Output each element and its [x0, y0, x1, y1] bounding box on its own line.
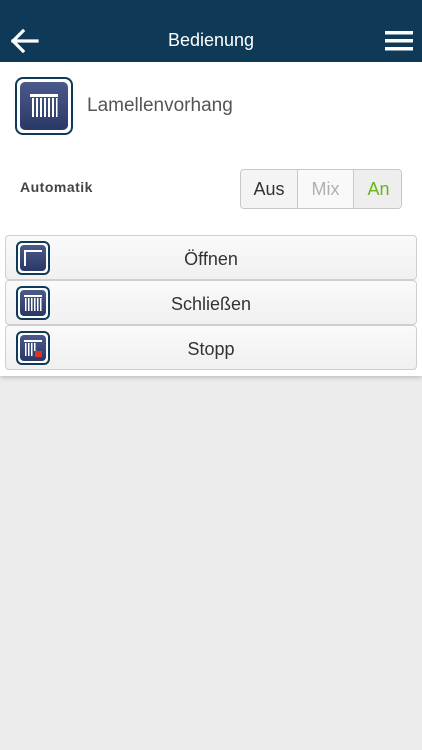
stop-label: Stopp: [187, 339, 235, 359]
control-panel: Lamellenvorhang Automatik Aus Mix An Öff…: [0, 62, 422, 376]
vertical-blinds-icon: [15, 77, 73, 135]
hamburger-menu-icon: [385, 31, 413, 51]
automatik-label: Automatik: [20, 179, 93, 195]
automatik-option-mix[interactable]: Mix: [298, 170, 354, 208]
action-list: Öffnen Schließen Stopp: [5, 235, 417, 370]
automatik-option-aus[interactable]: Aus: [241, 170, 298, 208]
page-title: Bedienung: [167, 30, 255, 50]
close-button[interactable]: Schließen: [5, 280, 417, 325]
automatik-toggle: Aus Mix An: [240, 169, 402, 209]
device-name: Lamellenvorhang: [87, 95, 233, 116]
automatik-option-an[interactable]: An: [354, 170, 401, 208]
device-row: Lamellenvorhang: [15, 77, 407, 135]
stop-button[interactable]: Stopp: [5, 325, 417, 370]
open-label: Öffnen: [184, 249, 238, 269]
close-label: Schließen: [170, 294, 252, 314]
app-header: Bedienung: [0, 0, 422, 62]
menu-button[interactable]: [384, 26, 414, 56]
open-button[interactable]: Öffnen: [5, 235, 417, 280]
